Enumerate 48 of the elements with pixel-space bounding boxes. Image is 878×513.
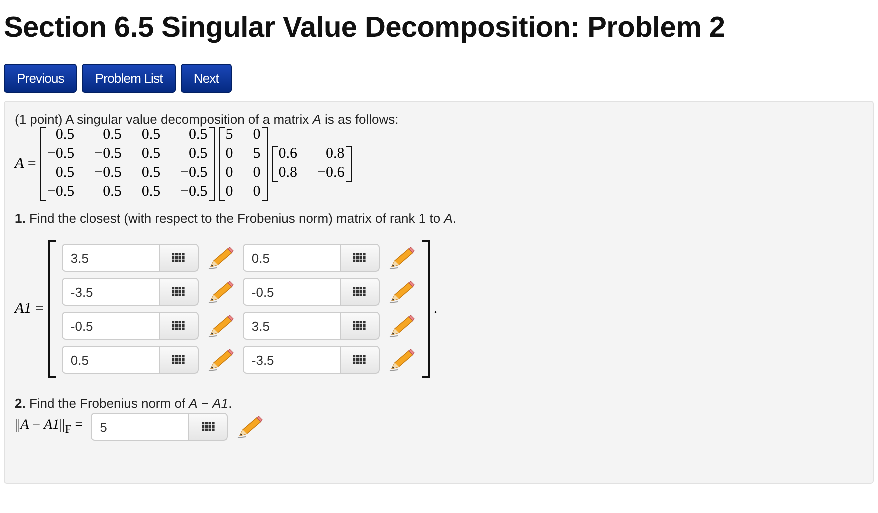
nav-button[interactable]: Problem List — [82, 64, 176, 93]
matrix-entry: 0.5 — [102, 184, 122, 201]
matrix-entry: 0.6 — [278, 146, 298, 163]
matrix-entry: 0 — [226, 165, 234, 182]
matrix-entry: 0 — [226, 184, 234, 201]
question-text: 1. Find the closest (with respect to the Frobenius norm) matrix of rank 1 to A. — [15, 211, 458, 226]
matrix-entry: −0.5 — [47, 146, 75, 163]
matrix-entry: −0.5 — [94, 165, 122, 182]
nav-button[interactable]: Previous — [4, 64, 78, 93]
matrix-entry: 0.5 — [142, 127, 161, 144]
matrix-entry: 0 — [253, 184, 261, 201]
matrix-entry: 5 — [226, 127, 234, 144]
matrix-entry: 0.8 — [325, 146, 345, 163]
matrix-entry: 0.8 — [278, 165, 298, 182]
math-label: ||A − A1||$_{F}$ = — [15, 418, 84, 436]
answer-field[interactable]: -0.5 — [242, 278, 340, 306]
nav-button[interactable]: Next — [180, 64, 232, 93]
answer-field[interactable]: -3.5 — [62, 278, 159, 306]
answer-field[interactable]: 5 — [91, 413, 188, 441]
matrix-entry: −0.5 — [47, 184, 75, 201]
answer-field[interactable]: -0.5 — [62, 312, 159, 340]
matrix-entry: 0 — [253, 165, 261, 182]
matrix-entry: 0.5 — [142, 184, 161, 201]
matrix-entry: 0.5 — [54, 165, 75, 182]
matrix-entry: −0.5 — [180, 184, 208, 201]
page-title: Section 6.5 Singular Value Decomposition: Problem 2 — [4, 11, 726, 46]
matrix-entry: 0 — [226, 146, 234, 163]
matrix-entry: 0.5 — [102, 127, 122, 144]
answer-field[interactable]: -3.5 — [242, 346, 340, 374]
answer-field[interactable]: 3.5 — [242, 312, 340, 340]
math-label: A = — [15, 156, 36, 172]
matrix-entry: 0.5 — [54, 127, 75, 144]
matrix-entry: 0.5 — [142, 146, 161, 163]
matrix-entry: 0 — [253, 127, 261, 144]
matrix-entry: 5 — [253, 146, 261, 163]
answer-field[interactable]: 0.5 — [242, 244, 340, 272]
matrix-entry: 0.5 — [188, 146, 208, 163]
matrix-entry: −0.6 — [318, 165, 345, 182]
question-text: 2. Find the Frobenius norm of A − A1. — [15, 396, 234, 411]
math-label: A1 = — [15, 300, 44, 318]
matrix-entry: 0.5 — [142, 165, 161, 182]
answer-field[interactable]: 3.5 — [62, 244, 159, 272]
problem-text: (1 point) A singular value decomposition of a matrix A is as follows: — [15, 112, 400, 127]
answer-field[interactable]: 0.5 — [62, 346, 159, 374]
matrix-entry: −0.5 — [94, 146, 122, 163]
matrix-entry: −0.5 — [180, 165, 208, 182]
period: . — [434, 300, 438, 318]
matrix-entry: 0.5 — [188, 127, 208, 144]
